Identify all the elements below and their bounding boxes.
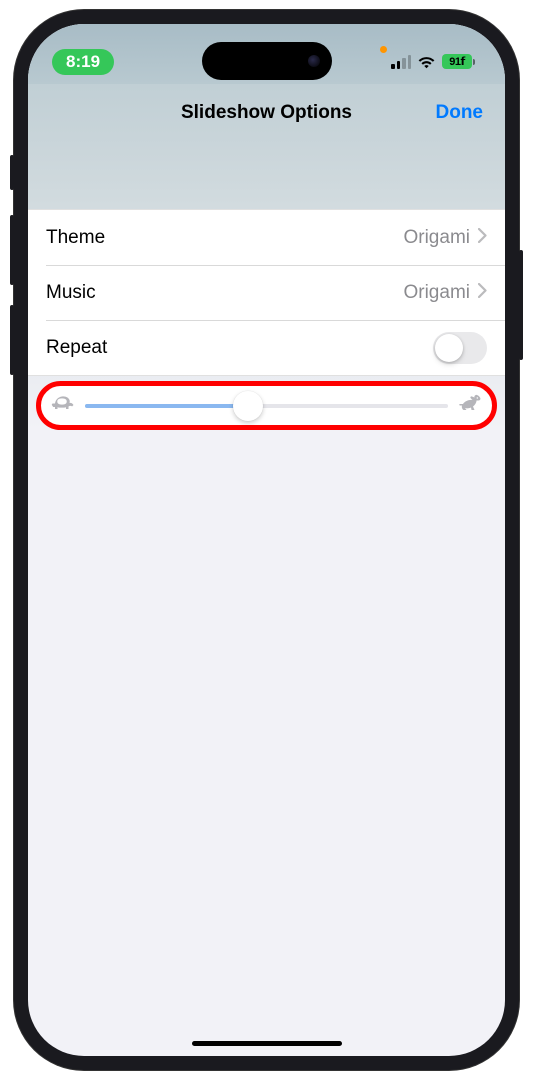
repeat-toggle[interactable] bbox=[433, 332, 487, 364]
nav-header: Slideshow Options Done bbox=[28, 84, 505, 154]
status-time: 8:19 bbox=[52, 49, 114, 75]
device-frame: 8:19 91𝗳 bbox=[14, 10, 519, 1070]
speed-slider-row bbox=[51, 394, 482, 417]
wifi-icon bbox=[417, 55, 436, 69]
slider-fill bbox=[85, 404, 248, 408]
header-area: 8:19 91𝗳 bbox=[28, 24, 505, 430]
chevron-right-icon bbox=[478, 283, 487, 303]
privacy-dot-icon bbox=[380, 46, 387, 53]
volume-up-button bbox=[10, 215, 14, 285]
done-button[interactable]: Done bbox=[436, 102, 484, 124]
theme-row[interactable]: Theme Origami bbox=[28, 210, 505, 265]
speed-slider-highlight bbox=[36, 381, 497, 430]
volume-down-button bbox=[10, 305, 14, 375]
power-button bbox=[519, 250, 523, 360]
repeat-label: Repeat bbox=[46, 337, 433, 359]
screen: 8:19 91𝗳 bbox=[28, 24, 505, 1056]
turtle-icon bbox=[51, 394, 75, 417]
status-indicators: 91𝗳 bbox=[391, 54, 475, 69]
theme-label: Theme bbox=[46, 227, 403, 249]
content-area: Theme Origami Music Origami bbox=[28, 154, 505, 430]
speed-slider[interactable] bbox=[85, 404, 448, 408]
music-label: Music bbox=[46, 282, 403, 304]
page-title: Slideshow Options bbox=[181, 102, 352, 124]
battery-indicator: 91𝗳 bbox=[442, 54, 475, 69]
home-indicator[interactable] bbox=[192, 1041, 342, 1046]
music-value: Origami bbox=[403, 282, 470, 304]
dynamic-island bbox=[202, 42, 332, 80]
chevron-right-icon bbox=[478, 228, 487, 248]
music-row[interactable]: Music Origami bbox=[28, 265, 505, 320]
theme-value: Origami bbox=[403, 227, 470, 249]
battery-text: 91𝗳 bbox=[449, 55, 465, 68]
repeat-row: Repeat bbox=[28, 320, 505, 375]
slider-thumb[interactable] bbox=[233, 391, 263, 421]
cellular-signal-icon bbox=[391, 55, 411, 69]
rabbit-icon bbox=[458, 394, 482, 417]
toggle-knob bbox=[435, 334, 463, 362]
options-list: Theme Origami Music Origami bbox=[28, 209, 505, 376]
front-camera-icon bbox=[308, 55, 320, 67]
mute-switch bbox=[10, 155, 14, 190]
